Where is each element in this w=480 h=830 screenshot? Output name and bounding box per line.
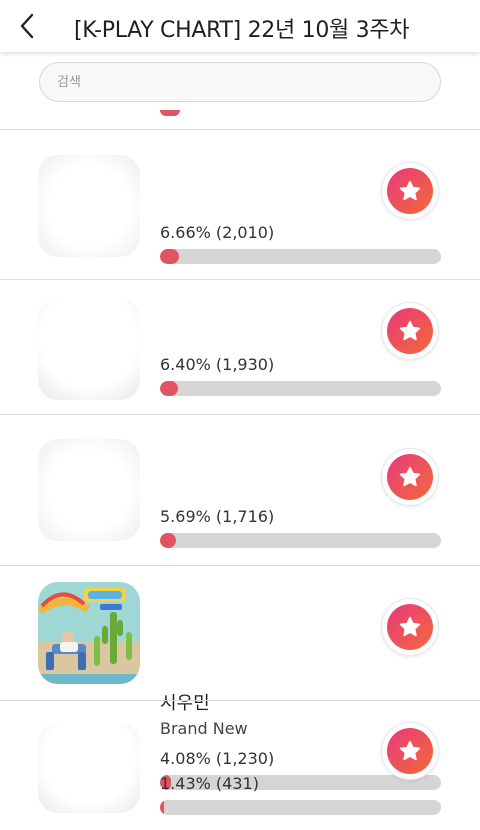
list-item: 1.43% (431)	[0, 700, 480, 830]
star-icon	[399, 740, 421, 761]
album-art-image	[38, 582, 140, 684]
vote-progress-fill	[160, 800, 165, 815]
star-icon	[399, 466, 421, 487]
list-item: 5.69% (1,716)	[0, 414, 480, 565]
album-cover	[38, 439, 140, 541]
star-icon	[399, 320, 421, 341]
vote-stat: 6.66% (2,010)	[160, 223, 275, 242]
vote-button[interactable]	[382, 449, 438, 505]
search-bar	[39, 62, 441, 102]
page-title: [K-PLAY CHART] 22년 10월 3주차	[74, 18, 410, 43]
vote-button[interactable]	[382, 163, 438, 219]
vote-progress-bar	[160, 533, 441, 548]
vote-button[interactable]	[382, 599, 438, 655]
album-cover	[38, 582, 140, 684]
progress-bar-partial	[160, 110, 180, 116]
vote-progress-bar	[160, 381, 441, 396]
app-header: [K-PLAY CHART] 22년 10월 3주차	[0, 0, 480, 52]
vote-progress-bar	[160, 249, 441, 264]
star-icon	[399, 616, 421, 637]
vote-progress-fill	[160, 249, 179, 264]
vote-button[interactable]	[382, 723, 438, 779]
vote-progress-bar	[160, 800, 441, 815]
list-item-partial	[0, 110, 480, 130]
list-item: 시우민 Brand New 4.08% (1,230)	[0, 565, 480, 790]
list-item: 6.40% (1,930)	[0, 279, 480, 414]
album-cover	[38, 298, 140, 400]
vote-stat: 5.69% (1,716)	[160, 507, 275, 526]
vote-button[interactable]	[382, 303, 438, 359]
star-icon	[399, 180, 421, 201]
vote-stat: 1.43% (431)	[160, 774, 259, 793]
chevron-left-icon	[20, 13, 34, 39]
album-cover	[38, 155, 140, 257]
vote-stat: 6.40% (1,930)	[160, 355, 275, 374]
back-button[interactable]	[12, 8, 42, 44]
list-item: 6.66% (2,010)	[0, 129, 480, 279]
album-cover	[38, 723, 140, 813]
search-input[interactable]	[40, 63, 440, 101]
vote-progress-fill	[160, 381, 178, 396]
vote-progress-fill	[160, 533, 176, 548]
